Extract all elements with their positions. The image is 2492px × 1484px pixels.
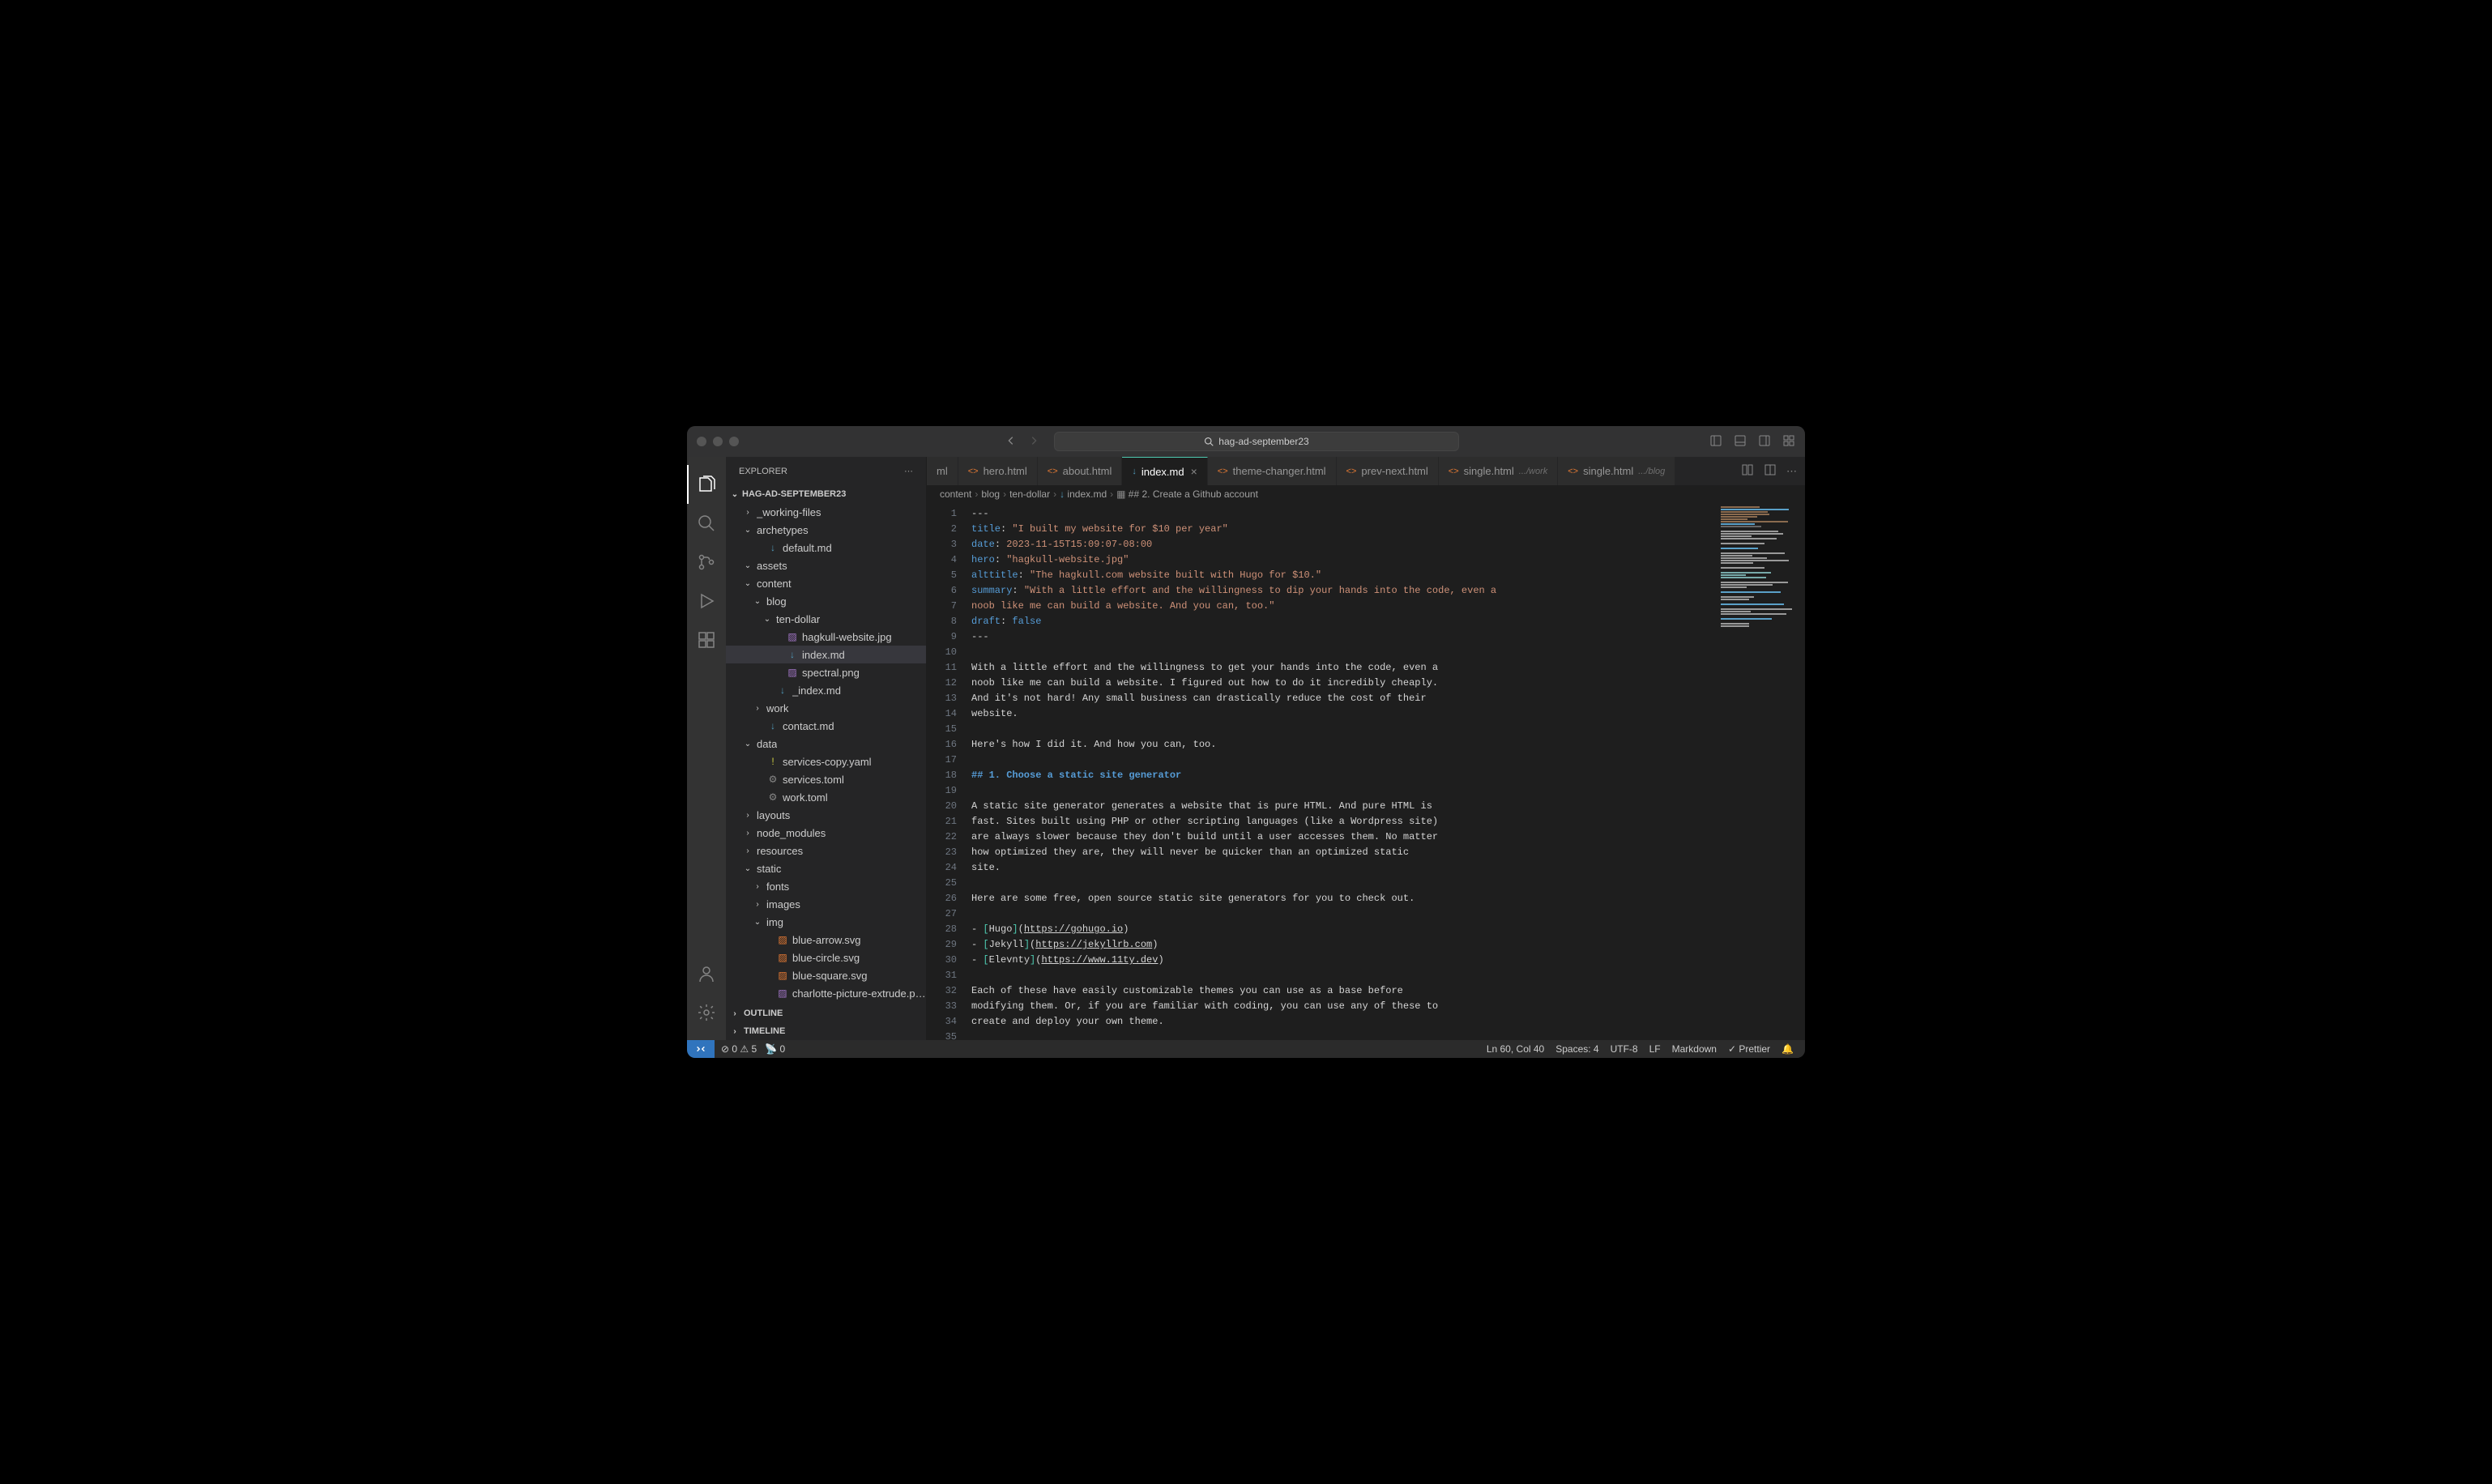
folder-item[interactable]: ›_working-files xyxy=(726,503,926,521)
minimize-window-button[interactable] xyxy=(713,437,723,446)
editor-tab[interactable]: <>theme-changer.html xyxy=(1208,457,1337,485)
folder-item[interactable]: ›node_modules xyxy=(726,824,926,842)
folder-item[interactable]: ⌄img xyxy=(726,913,926,931)
status-bell-icon[interactable]: 🔔 xyxy=(1782,1043,1794,1055)
layout-sidebar-right-icon[interactable] xyxy=(1758,434,1771,450)
file-item[interactable]: ⚙services.toml xyxy=(726,770,926,788)
file-item[interactable]: ▨blue-arrow.svg xyxy=(726,931,926,949)
code-editor[interactable]: ---title: "I built my website for $10 pe… xyxy=(971,503,1716,1040)
folder-item[interactable]: ›work xyxy=(726,699,926,717)
status-spaces[interactable]: Spaces: 4 xyxy=(1555,1043,1598,1055)
activity-search[interactable] xyxy=(687,504,726,543)
breadcrumb-segment[interactable]: ↓ index.md xyxy=(1060,488,1107,500)
activity-explorer[interactable] xyxy=(687,465,726,504)
line-gutter: 1234567891011121314151617181920212223242… xyxy=(927,503,971,1040)
sidebar-header: EXPLORER ⋯ xyxy=(726,457,926,485)
activity-accounts[interactable] xyxy=(687,954,726,993)
folder-item[interactable]: ⌄content xyxy=(726,574,926,592)
zoom-window-button[interactable] xyxy=(729,437,739,446)
editor-tab[interactable]: ml xyxy=(927,457,958,485)
file-item[interactable]: ▨hagkull-website.jpg xyxy=(726,628,926,646)
traffic-lights xyxy=(697,437,739,446)
close-tab-icon[interactable]: × xyxy=(1191,465,1197,478)
layout-sidebar-left-icon[interactable] xyxy=(1709,434,1722,450)
file-item[interactable]: ▨charlotte-picture-extrude.png xyxy=(726,984,926,1002)
status-cursor[interactable]: Ln 60, Col 40 xyxy=(1487,1043,1544,1055)
timeline-section[interactable]: ›TIMELINE xyxy=(726,1022,926,1040)
vscode-window: hag-ad-september23 EXPLORER ⋯ xyxy=(687,426,1805,1058)
folder-item[interactable]: ›layouts xyxy=(726,806,926,824)
editor-area: ml<>hero.html<>about.html↓index.md×<>the… xyxy=(927,457,1805,1040)
status-problems[interactable]: ⊘ 0 ⚠ 5 xyxy=(721,1043,757,1055)
sidebar: EXPLORER ⋯ ⌄ HAG-AD-SEPTEMBER23 ›_workin… xyxy=(726,457,927,1040)
status-eol[interactable]: LF xyxy=(1649,1043,1661,1055)
search-icon xyxy=(1204,437,1214,446)
status-prettier[interactable]: ✓ Prettier xyxy=(1728,1043,1770,1055)
file-item[interactable]: ↓contact.md xyxy=(726,717,926,735)
folder-item[interactable]: ⌄archetypes xyxy=(726,521,926,539)
editor-tab[interactable]: <>about.html xyxy=(1038,457,1123,485)
layout-panel-icon[interactable] xyxy=(1734,434,1747,450)
status-encoding[interactable]: UTF-8 xyxy=(1611,1043,1638,1055)
folder-item[interactable]: ⌄assets xyxy=(726,556,926,574)
command-center[interactable]: hag-ad-september23 xyxy=(1054,432,1459,451)
folder-item[interactable]: ›resources xyxy=(726,842,926,859)
sidebar-title: EXPLORER xyxy=(739,467,787,476)
file-item[interactable]: ↓default.md xyxy=(726,539,926,556)
editor-tab[interactable]: <>single.html.../blog xyxy=(1558,457,1675,485)
customize-layout-icon[interactable] xyxy=(1782,434,1795,450)
editor-tab[interactable]: <>prev-next.html xyxy=(1337,457,1439,485)
editor-tabs: ml<>hero.html<>about.html↓index.md×<>the… xyxy=(927,457,1805,485)
project-root[interactable]: ⌄ HAG-AD-SEPTEMBER23 xyxy=(726,485,926,503)
status-ports[interactable]: 📡 0 xyxy=(765,1043,785,1055)
split-editor-icon[interactable] xyxy=(1764,463,1777,479)
sidebar-more-icon[interactable]: ⋯ xyxy=(904,466,913,476)
outline-section[interactable]: ›OUTLINE xyxy=(726,1004,926,1022)
activity-settings[interactable] xyxy=(687,993,726,1032)
status-language[interactable]: Markdown xyxy=(1672,1043,1717,1055)
file-item[interactable]: ↓index.md xyxy=(726,646,926,663)
titlebar: hag-ad-september23 xyxy=(687,426,1805,457)
breadcrumb-segment[interactable]: content xyxy=(940,488,971,500)
file-item[interactable]: !services-copy.yaml xyxy=(726,753,926,770)
status-bar: ⊘ 0 ⚠ 5 📡 0 Ln 60, Col 40 Spaces: 4 UTF-… xyxy=(687,1040,1805,1058)
activity-run-debug[interactable] xyxy=(687,582,726,620)
remote-button[interactable] xyxy=(687,1040,715,1058)
breadcrumb[interactable]: content›blog›ten-dollar›↓ index.md›▦ ## … xyxy=(927,485,1805,503)
editor-tab[interactable]: <>single.html.../work xyxy=(1439,457,1558,485)
folder-item[interactable]: ⌄ten-dollar xyxy=(726,610,926,628)
folder-item[interactable]: ›images xyxy=(726,895,926,913)
breadcrumb-segment[interactable]: ten-dollar xyxy=(1009,488,1050,500)
file-tree: ›_working-files⌄archetypes↓default.md⌄as… xyxy=(726,503,926,1004)
breadcrumb-segment[interactable]: ▦ ## 2. Create a Github account xyxy=(1116,488,1258,500)
file-item[interactable]: ▨blue-square.svg xyxy=(726,966,926,984)
more-actions-icon[interactable]: ⋯ xyxy=(1786,465,1797,478)
folder-item[interactable]: ⌄data xyxy=(726,735,926,753)
activity-bar xyxy=(687,457,726,1040)
breadcrumb-segment[interactable]: blog xyxy=(981,488,1000,500)
close-window-button[interactable] xyxy=(697,437,706,446)
folder-item[interactable]: ⌄static xyxy=(726,859,926,877)
folder-item[interactable]: ⌄blog xyxy=(726,592,926,610)
activity-source-control[interactable] xyxy=(687,543,726,582)
activity-extensions[interactable] xyxy=(687,620,726,659)
minimap[interactable] xyxy=(1716,503,1805,1040)
nav-back-button[interactable] xyxy=(1005,435,1017,449)
file-item[interactable]: ↓_index.md xyxy=(726,681,926,699)
file-item[interactable]: ▨blue-circle.svg xyxy=(726,949,926,966)
file-item[interactable]: ▨spectral.png xyxy=(726,663,926,681)
command-center-text: hag-ad-september23 xyxy=(1218,436,1308,447)
editor-tab[interactable]: ↓index.md× xyxy=(1122,457,1207,485)
nav-forward-button[interactable] xyxy=(1028,435,1039,449)
compare-icon[interactable] xyxy=(1741,463,1754,479)
editor-tab[interactable]: <>hero.html xyxy=(958,457,1038,485)
file-item[interactable]: ⚙work.toml xyxy=(726,788,926,806)
folder-item[interactable]: ›fonts xyxy=(726,877,926,895)
